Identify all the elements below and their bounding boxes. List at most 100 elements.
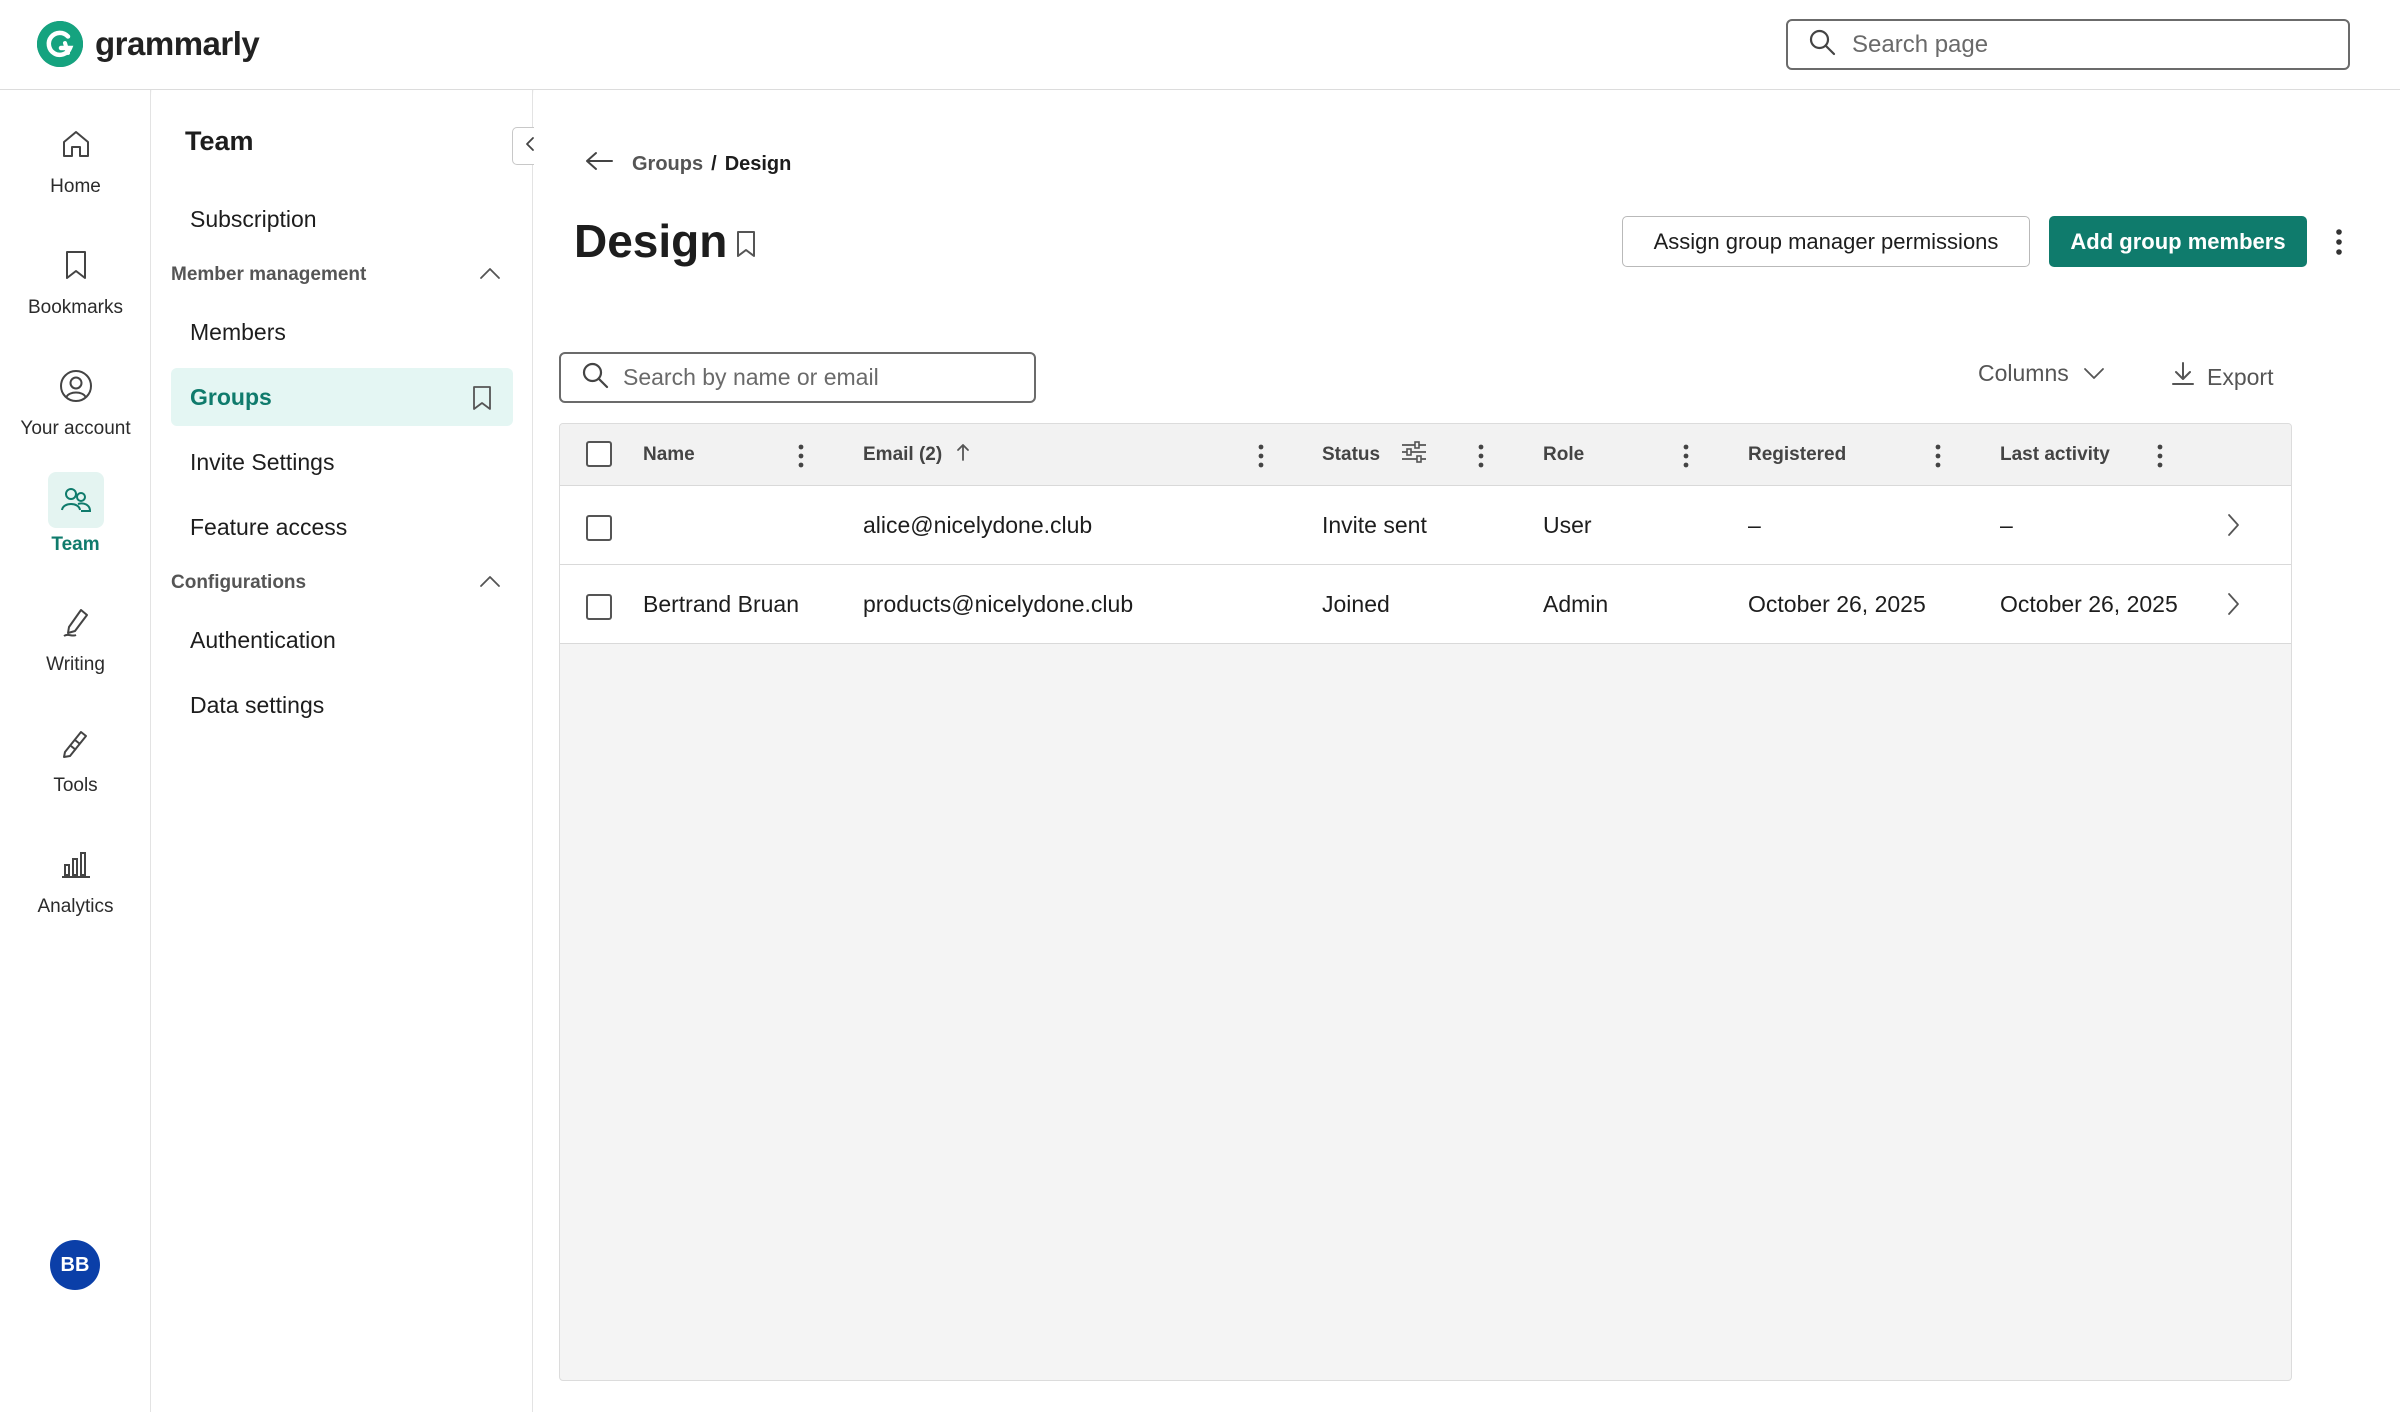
cell-name: Bertrand Bruan (643, 591, 799, 617)
rail-item-your-account[interactable]: Your account (0, 360, 151, 440)
subnav-item-members[interactable]: Members (171, 303, 513, 361)
row-checkbox[interactable] (586, 594, 612, 620)
cell-registered: – (1748, 512, 1761, 538)
select-all-checkbox[interactable] (586, 441, 612, 467)
subnav-item-subscription[interactable]: Subscription (171, 190, 513, 248)
subnav-item-label: Invite Settings (190, 448, 335, 475)
header-label: Registered (1748, 444, 1847, 465)
subnav-item-label: Members (190, 318, 286, 345)
cell-status: Joined (1322, 591, 1390, 617)
cell-last-activity: October 26, 2025 (2000, 591, 2178, 617)
cell-email: products@nicelydone.club (863, 591, 1134, 617)
bookmark-icon[interactable] (734, 230, 758, 263)
section-label: Configurations (171, 572, 307, 593)
breadcrumb-separator: / (711, 152, 717, 175)
header-label: Last activity (2000, 444, 2110, 465)
search-icon (1808, 28, 1836, 61)
subnav-item-label: Feature access (190, 513, 348, 540)
cell-role: User (1543, 512, 1592, 538)
rail-item-tools[interactable]: Tools (0, 717, 151, 797)
section-member-management[interactable]: Member management (171, 264, 501, 286)
team-icon (47, 472, 104, 528)
breadcrumb: Groups / Design (584, 150, 791, 178)
table-row[interactable]: alice@nicelydone.club Invite sent User –… (560, 486, 2291, 565)
section-configurations[interactable]: Configurations (171, 572, 501, 594)
members-table: Name Email (2) Status Role Registered La… (559, 423, 2292, 1381)
export-button[interactable]: Export (2169, 360, 2273, 394)
export-label: Export (2207, 363, 2274, 390)
rail-label: Analytics (37, 896, 114, 917)
column-header-last-activity[interactable]: Last activity (2000, 424, 2110, 486)
subnav-item-feature-access[interactable]: Feature access (171, 498, 513, 556)
row-checkbox[interactable] (586, 515, 612, 541)
column-menu-icon[interactable] (1931, 442, 1945, 470)
rail-item-bookmarks[interactable]: Bookmarks (0, 239, 151, 319)
main-content: Groups / Design Design Assign group mana… (534, 90, 2400, 1412)
analytics-icon (50, 838, 102, 890)
rail-label: Bookmarks (27, 297, 124, 318)
table-search[interactable] (559, 352, 1036, 403)
columns-label: Columns (1978, 360, 2069, 386)
add-group-members-button[interactable]: Add group members (2049, 216, 2307, 267)
rail-item-analytics[interactable]: Analytics (0, 838, 151, 918)
column-menu-icon[interactable] (1679, 442, 1693, 470)
chevron-up-icon (479, 264, 501, 286)
header-label: Role (1543, 444, 1585, 465)
table-row[interactable]: Bertrand Bruan products@nicelydone.club … (560, 565, 2291, 644)
column-header-role[interactable]: Role (1543, 424, 1584, 486)
chevron-up-icon (479, 572, 501, 594)
cell-registered: October 26, 2025 (1748, 591, 1926, 617)
column-menu-icon[interactable] (794, 442, 808, 470)
chevron-down-icon (2083, 360, 2105, 387)
filter-sliders-icon[interactable] (1400, 441, 1428, 469)
rail-item-writing[interactable]: Writing (0, 596, 151, 676)
column-header-status[interactable]: Status (1322, 424, 1428, 486)
chevron-right-icon[interactable] (2225, 591, 2241, 622)
rail-item-home[interactable]: Home (0, 118, 151, 198)
column-menu-icon[interactable] (2153, 442, 2167, 470)
home-icon (50, 118, 102, 170)
header-label: Email (2) (863, 444, 943, 465)
assign-group-manager-button[interactable]: Assign group manager permissions (1622, 216, 2030, 267)
rail-label: Team (51, 534, 100, 555)
subnav-item-authentication[interactable]: Authentication (171, 611, 513, 669)
rail-item-team[interactable]: Team (0, 472, 151, 556)
top-bar: grammarly (0, 0, 2400, 90)
breadcrumb-groups-link[interactable]: Groups (632, 153, 703, 176)
cell-last-activity: – (2000, 512, 2013, 538)
cell-status: Invite sent (1322, 512, 1427, 538)
header-label: Status (1322, 444, 1381, 465)
page-search-input[interactable] (1852, 30, 2332, 59)
subnav-item-groups[interactable]: Groups (171, 368, 513, 426)
user-avatar[interactable]: BB (50, 1240, 100, 1290)
subnav-item-label: Groups (190, 383, 272, 410)
chevron-right-icon[interactable] (2225, 512, 2241, 543)
column-header-registered[interactable]: Registered (1748, 424, 1846, 486)
more-options-icon[interactable] (2329, 223, 2349, 261)
page-search[interactable] (1786, 19, 2350, 70)
team-subnav: Team Subscription Member management Memb… (152, 90, 550, 1412)
breadcrumb-current: Design (724, 152, 792, 175)
columns-button[interactable]: Columns (1978, 360, 2105, 387)
rail-label: Tools (53, 775, 98, 796)
bookmark-icon[interactable] (471, 385, 493, 417)
column-header-name[interactable]: Name (643, 424, 695, 486)
search-icon (581, 361, 609, 394)
grammarly-logo-icon (37, 21, 83, 67)
column-menu-icon[interactable] (1254, 442, 1268, 470)
primary-nav-rail: Home Bookmarks Your account Team Writing… (0, 90, 151, 1412)
grammarly-logo[interactable]: grammarly (37, 21, 260, 67)
table-header: Name Email (2) Status Role Registered La… (560, 424, 2291, 486)
table-search-input[interactable] (623, 364, 1023, 391)
page-title: Design (574, 215, 728, 267)
subnav-item-data-settings[interactable]: Data settings (171, 676, 513, 734)
subnav-item-label: Data settings (190, 691, 325, 718)
sort-ascending-icon (954, 442, 972, 468)
back-arrow-icon[interactable] (584, 150, 614, 178)
column-header-email[interactable]: Email (2) (863, 424, 972, 486)
subnav-item-invite-settings[interactable]: Invite Settings (171, 433, 513, 491)
cell-role: Admin (1543, 591, 1609, 617)
column-menu-icon[interactable] (1474, 442, 1488, 470)
rail-label: Home (50, 176, 101, 197)
cell-email: alice@nicelydone.club (863, 512, 1093, 538)
